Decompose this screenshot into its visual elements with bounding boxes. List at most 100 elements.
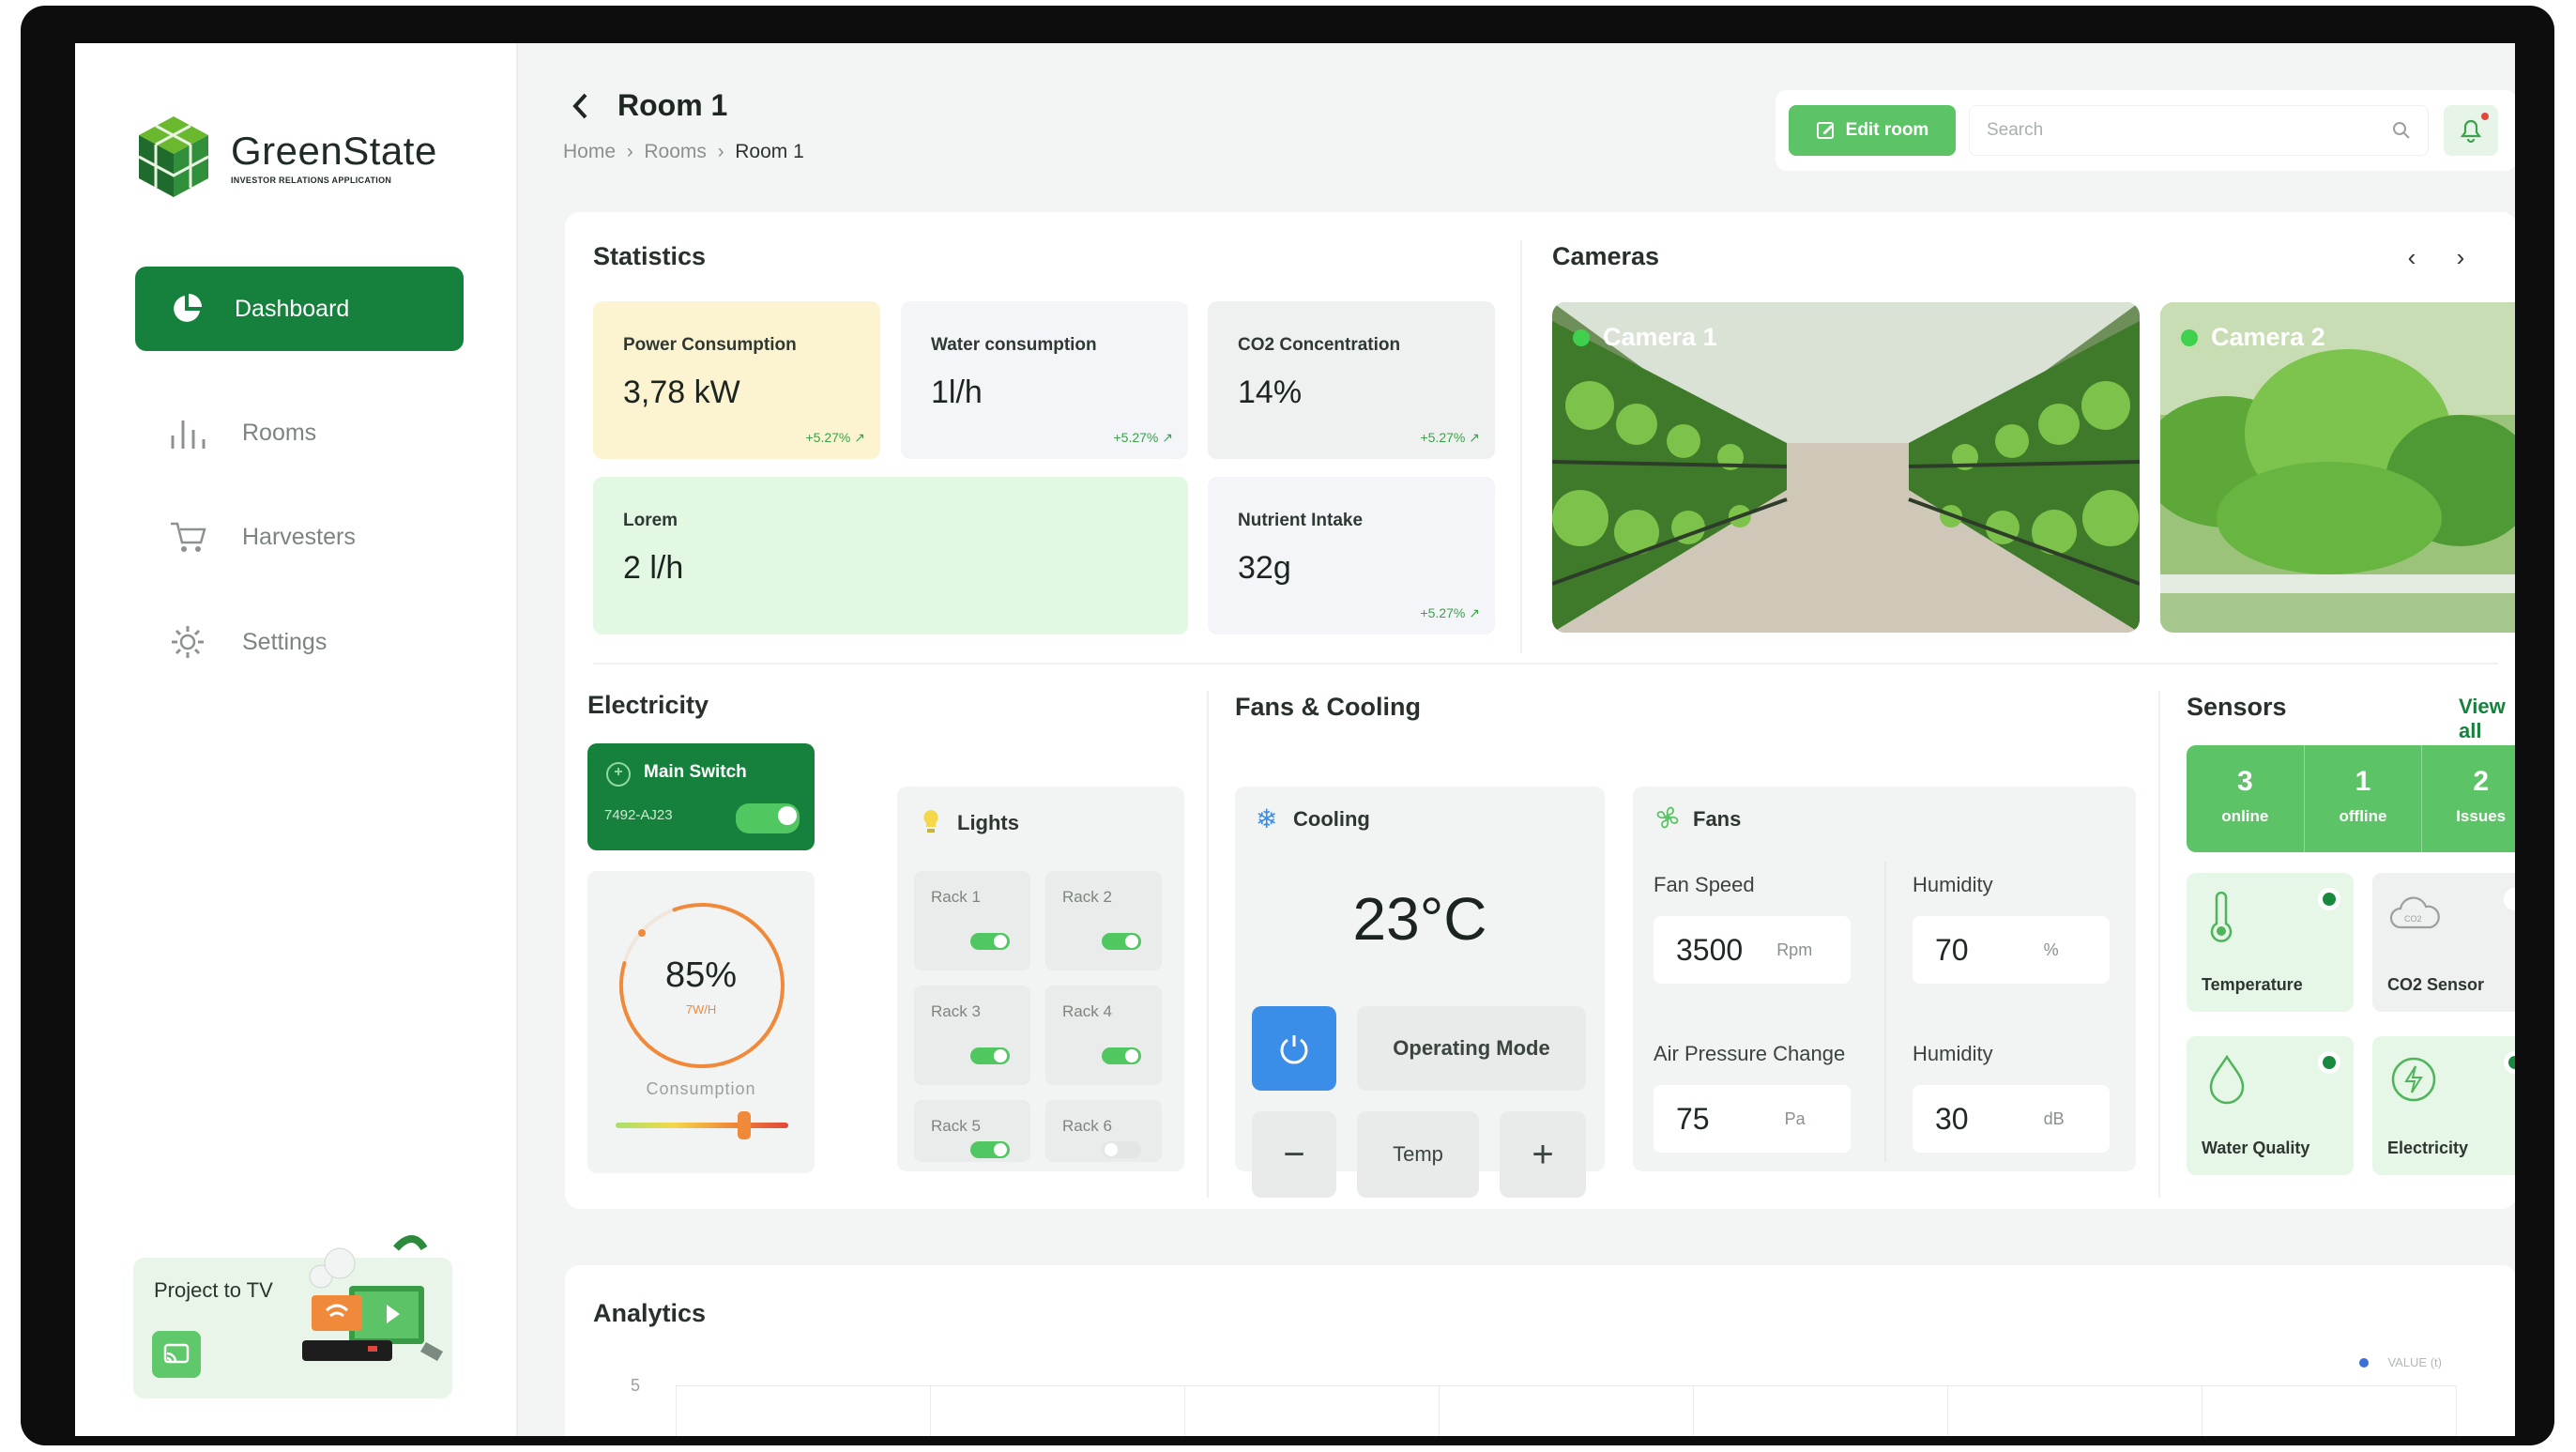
temp-label: Temp — [1357, 1111, 1479, 1198]
main-switch-toggle[interactable] — [736, 803, 800, 833]
analytics-legend: VALUE (t) — [2359, 1355, 2442, 1369]
sidebar-item-harvesters[interactable]: Harvesters — [169, 520, 356, 554]
search-icon — [2393, 122, 2410, 139]
stat-value: 32g — [1238, 550, 1291, 586]
stat-card-co2: CO2 Concentration 14% +5.27% ↗ — [1208, 301, 1495, 459]
search-placeholder: Search — [1987, 120, 2044, 140]
cooling-title: Cooling — [1293, 807, 1370, 831]
stat-change: +5.27% ↗ — [1420, 605, 1481, 620]
status-dot — [2318, 1051, 2340, 1074]
sensor-temperature[interactable]: Temperature — [2187, 873, 2354, 1012]
rack-toggle[interactable] — [1102, 933, 1141, 950]
temp-decrease-button[interactable]: − — [1252, 1111, 1336, 1198]
electricity-title: Electricity — [587, 691, 709, 719]
sensor-water-quality[interactable]: Water Quality — [2187, 1036, 2354, 1175]
cart-icon — [171, 522, 206, 552]
view-all-link[interactable]: View all — [2459, 695, 2515, 743]
rack-toggle[interactable] — [970, 1141, 1010, 1158]
camera-prev-button[interactable]: ‹ — [2393, 238, 2431, 276]
rack-3-switch[interactable]: Rack 3 — [914, 986, 1030, 1085]
sidebar-item-dashboard[interactable]: Dashboard — [135, 267, 464, 351]
stat-value: 14% — [1238, 374, 1303, 410]
gear-icon — [172, 626, 204, 658]
slider-handle[interactable] — [738, 1111, 751, 1139]
live-status-dot — [2181, 329, 2198, 346]
notifications-button[interactable] — [2444, 105, 2498, 156]
search-input[interactable]: Search — [1969, 105, 2429, 156]
divider — [1520, 240, 1522, 653]
thermometer-icon — [2210, 892, 2233, 942]
sidebar-item-label: Settings — [242, 628, 328, 655]
breadcrumb-current: Room 1 — [735, 141, 804, 162]
device-frame: GreenState INVESTOR RELATIONS APPLICATIO… — [21, 6, 2554, 1445]
rack-toggle[interactable] — [1102, 1141, 1141, 1158]
gauge-label: Consumption — [646, 1079, 756, 1098]
stat-change: +5.27% ↗ — [805, 430, 866, 445]
stat-value: 2 l/h — [623, 550, 684, 586]
issues-count: 2 Issues — [2456, 766, 2507, 825]
noise-field[interactable]: 30 dB — [1913, 1085, 2110, 1153]
breadcrumb-rooms[interactable]: Rooms — [644, 141, 707, 162]
breadcrumb-separator-icon: › — [711, 141, 736, 162]
rack-6-switch[interactable]: Rack 6 — [1045, 1100, 1162, 1162]
camera-label: Camera 2 — [2181, 323, 2325, 352]
project-to-tv-card[interactable]: Project to TV — [133, 1235, 452, 1399]
sidebar-item-rooms[interactable]: Rooms — [169, 417, 316, 449]
consumption-slider[interactable] — [616, 1123, 788, 1128]
stat-label: Nutrient Intake — [1238, 511, 1364, 530]
field-label: Humidity — [1913, 873, 1993, 896]
breadcrumb: Home › Rooms › Room 1 — [563, 141, 804, 163]
rack-toggle[interactable] — [970, 933, 1010, 950]
camera-next-button[interactable]: › — [2442, 238, 2479, 276]
app-name: GreenState — [231, 129, 437, 173]
rack-toggle[interactable] — [970, 1047, 1010, 1064]
field-label: Air Pressure Change — [1654, 1042, 1846, 1065]
rack-1-switch[interactable]: Rack 1 — [914, 871, 1030, 971]
sidebar-item-settings[interactable]: Settings — [169, 623, 327, 661]
logo: GreenState INVESTOR RELATIONS APPLICATIO… — [133, 113, 437, 201]
lightbulb-icon — [923, 810, 938, 833]
stat-change: +5.27% ↗ — [1420, 430, 1481, 445]
lightning-icon — [2391, 1057, 2436, 1102]
cooling-temperature: 23°C — [1352, 885, 1487, 953]
sensor-co2[interactable]: CO2 CO2 Sensor — [2372, 873, 2515, 1012]
air-pressure-field[interactable]: 75 Pa — [1654, 1085, 1851, 1153]
camera-2-feed[interactable]: Camera 2 — [2160, 302, 2515, 633]
legend-label: VALUE (t) — [2387, 1355, 2442, 1369]
lights-title: Lights — [957, 811, 1019, 834]
sensor-electricity[interactable]: Electricity — [2372, 1036, 2515, 1175]
fan-speed-field[interactable]: 3500 Rpm — [1654, 916, 1851, 984]
temp-increase-button[interactable]: + — [1500, 1111, 1586, 1198]
sensor-label: Electricity — [2387, 1139, 2469, 1157]
humidity-field[interactable]: 70% — [1913, 916, 2110, 984]
breadcrumb-home[interactable]: Home — [563, 141, 616, 162]
field-label: Fan Speed — [1654, 873, 1755, 896]
stat-card-water: Water consumption 1l/h +5.27% ↗ — [901, 301, 1188, 459]
power-button[interactable] — [1252, 1006, 1336, 1091]
stat-label: Lorem — [623, 511, 678, 530]
sensor-summary: 3 online 1 offline 2 Issues — [2187, 745, 2515, 852]
back-icon[interactable] — [571, 92, 591, 120]
rack-2-switch[interactable]: Rack 2 — [1045, 871, 1162, 971]
sensor-label: Temperature — [2202, 975, 2303, 994]
stat-card-nutrient: Nutrient Intake 32g +5.27% ↗ — [1208, 477, 1495, 634]
power-plug-icon — [606, 762, 631, 787]
consumption-gauge-card: 85% 7W/H Consumption — [587, 871, 815, 1173]
stat-change: +5.27% ↗ — [1113, 430, 1174, 445]
stat-card-power: Power Consumption 3,78 kW +5.27% ↗ — [593, 301, 880, 459]
cameras-title: Cameras — [1552, 242, 1660, 270]
rack-5-switch[interactable]: Rack 5 — [914, 1100, 1030, 1162]
main-switch-card[interactable]: Main Switch 7492-AJ23 — [587, 743, 815, 850]
gauge-value: 85% — [664, 955, 738, 995]
cast-button[interactable] — [152, 1331, 201, 1378]
page-title-text: Room 1 — [617, 88, 728, 122]
stat-label: Power Consumption — [623, 335, 797, 355]
stat-label: CO2 Concentration — [1238, 335, 1401, 355]
divider — [1884, 862, 1886, 1162]
main-switch-id: 7492-AJ23 — [604, 807, 673, 823]
rack-4-switch[interactable]: Rack 4 — [1045, 986, 1162, 1085]
camera-1-feed[interactable]: Camera 1 — [1552, 302, 2140, 633]
operating-mode-button[interactable]: Operating Mode — [1357, 1006, 1586, 1091]
rack-toggle[interactable] — [1102, 1047, 1141, 1064]
edit-room-button[interactable]: Edit room — [1789, 105, 1956, 156]
